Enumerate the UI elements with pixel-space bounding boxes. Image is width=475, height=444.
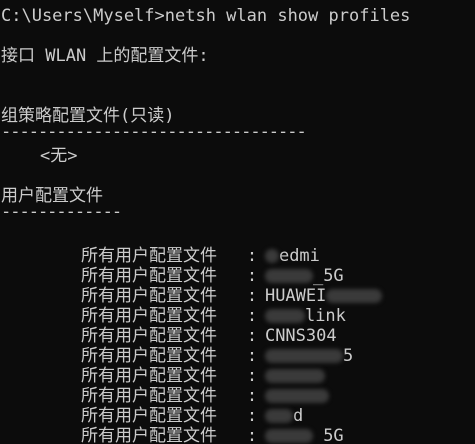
profile-row: 所有用户配置文件: _5G bbox=[40, 246, 344, 286]
profile-row: 所有用户配置文件: bbox=[40, 366, 329, 406]
terminal-window[interactable]: C:\Users\Myself>netsh wlan show profiles… bbox=[0, 0, 475, 444]
group-policy-separator: --------------------------------- bbox=[1, 122, 307, 142]
profile-row: 所有用户配置文件: link bbox=[40, 286, 346, 326]
profile-row: 所有用户配置文件: bbox=[40, 346, 325, 386]
profile-colon: : bbox=[246, 426, 258, 444]
profile-value: _5G bbox=[264, 426, 344, 444]
profile-row: 所有用户配置文件: _5G bbox=[40, 406, 344, 444]
profile-name: _5G bbox=[312, 426, 344, 444]
redaction-blur bbox=[264, 429, 313, 443]
profile-row: 所有用户配置文件:5 bbox=[40, 326, 353, 366]
profile-row: 所有用户配置文件: edmi bbox=[40, 226, 320, 266]
profile-row: 所有用户配置文件: CNNS304 bbox=[40, 306, 337, 346]
user-profiles-separator: ------------- bbox=[1, 202, 122, 222]
interface-line: 接口 WLAN 上的配置文件: bbox=[1, 46, 209, 66]
profile-key: 所有用户配置文件 bbox=[80, 426, 217, 444]
command-prompt-line: C:\Users\Myself>netsh wlan show profiles bbox=[1, 6, 411, 26]
group-policy-none: <无> bbox=[40, 146, 78, 166]
profile-row: 所有用户配置文件: HUAWEI bbox=[40, 266, 383, 306]
profile-name: 5 bbox=[342, 346, 354, 366]
profile-row: 所有用户配置文件: d bbox=[40, 386, 303, 426]
